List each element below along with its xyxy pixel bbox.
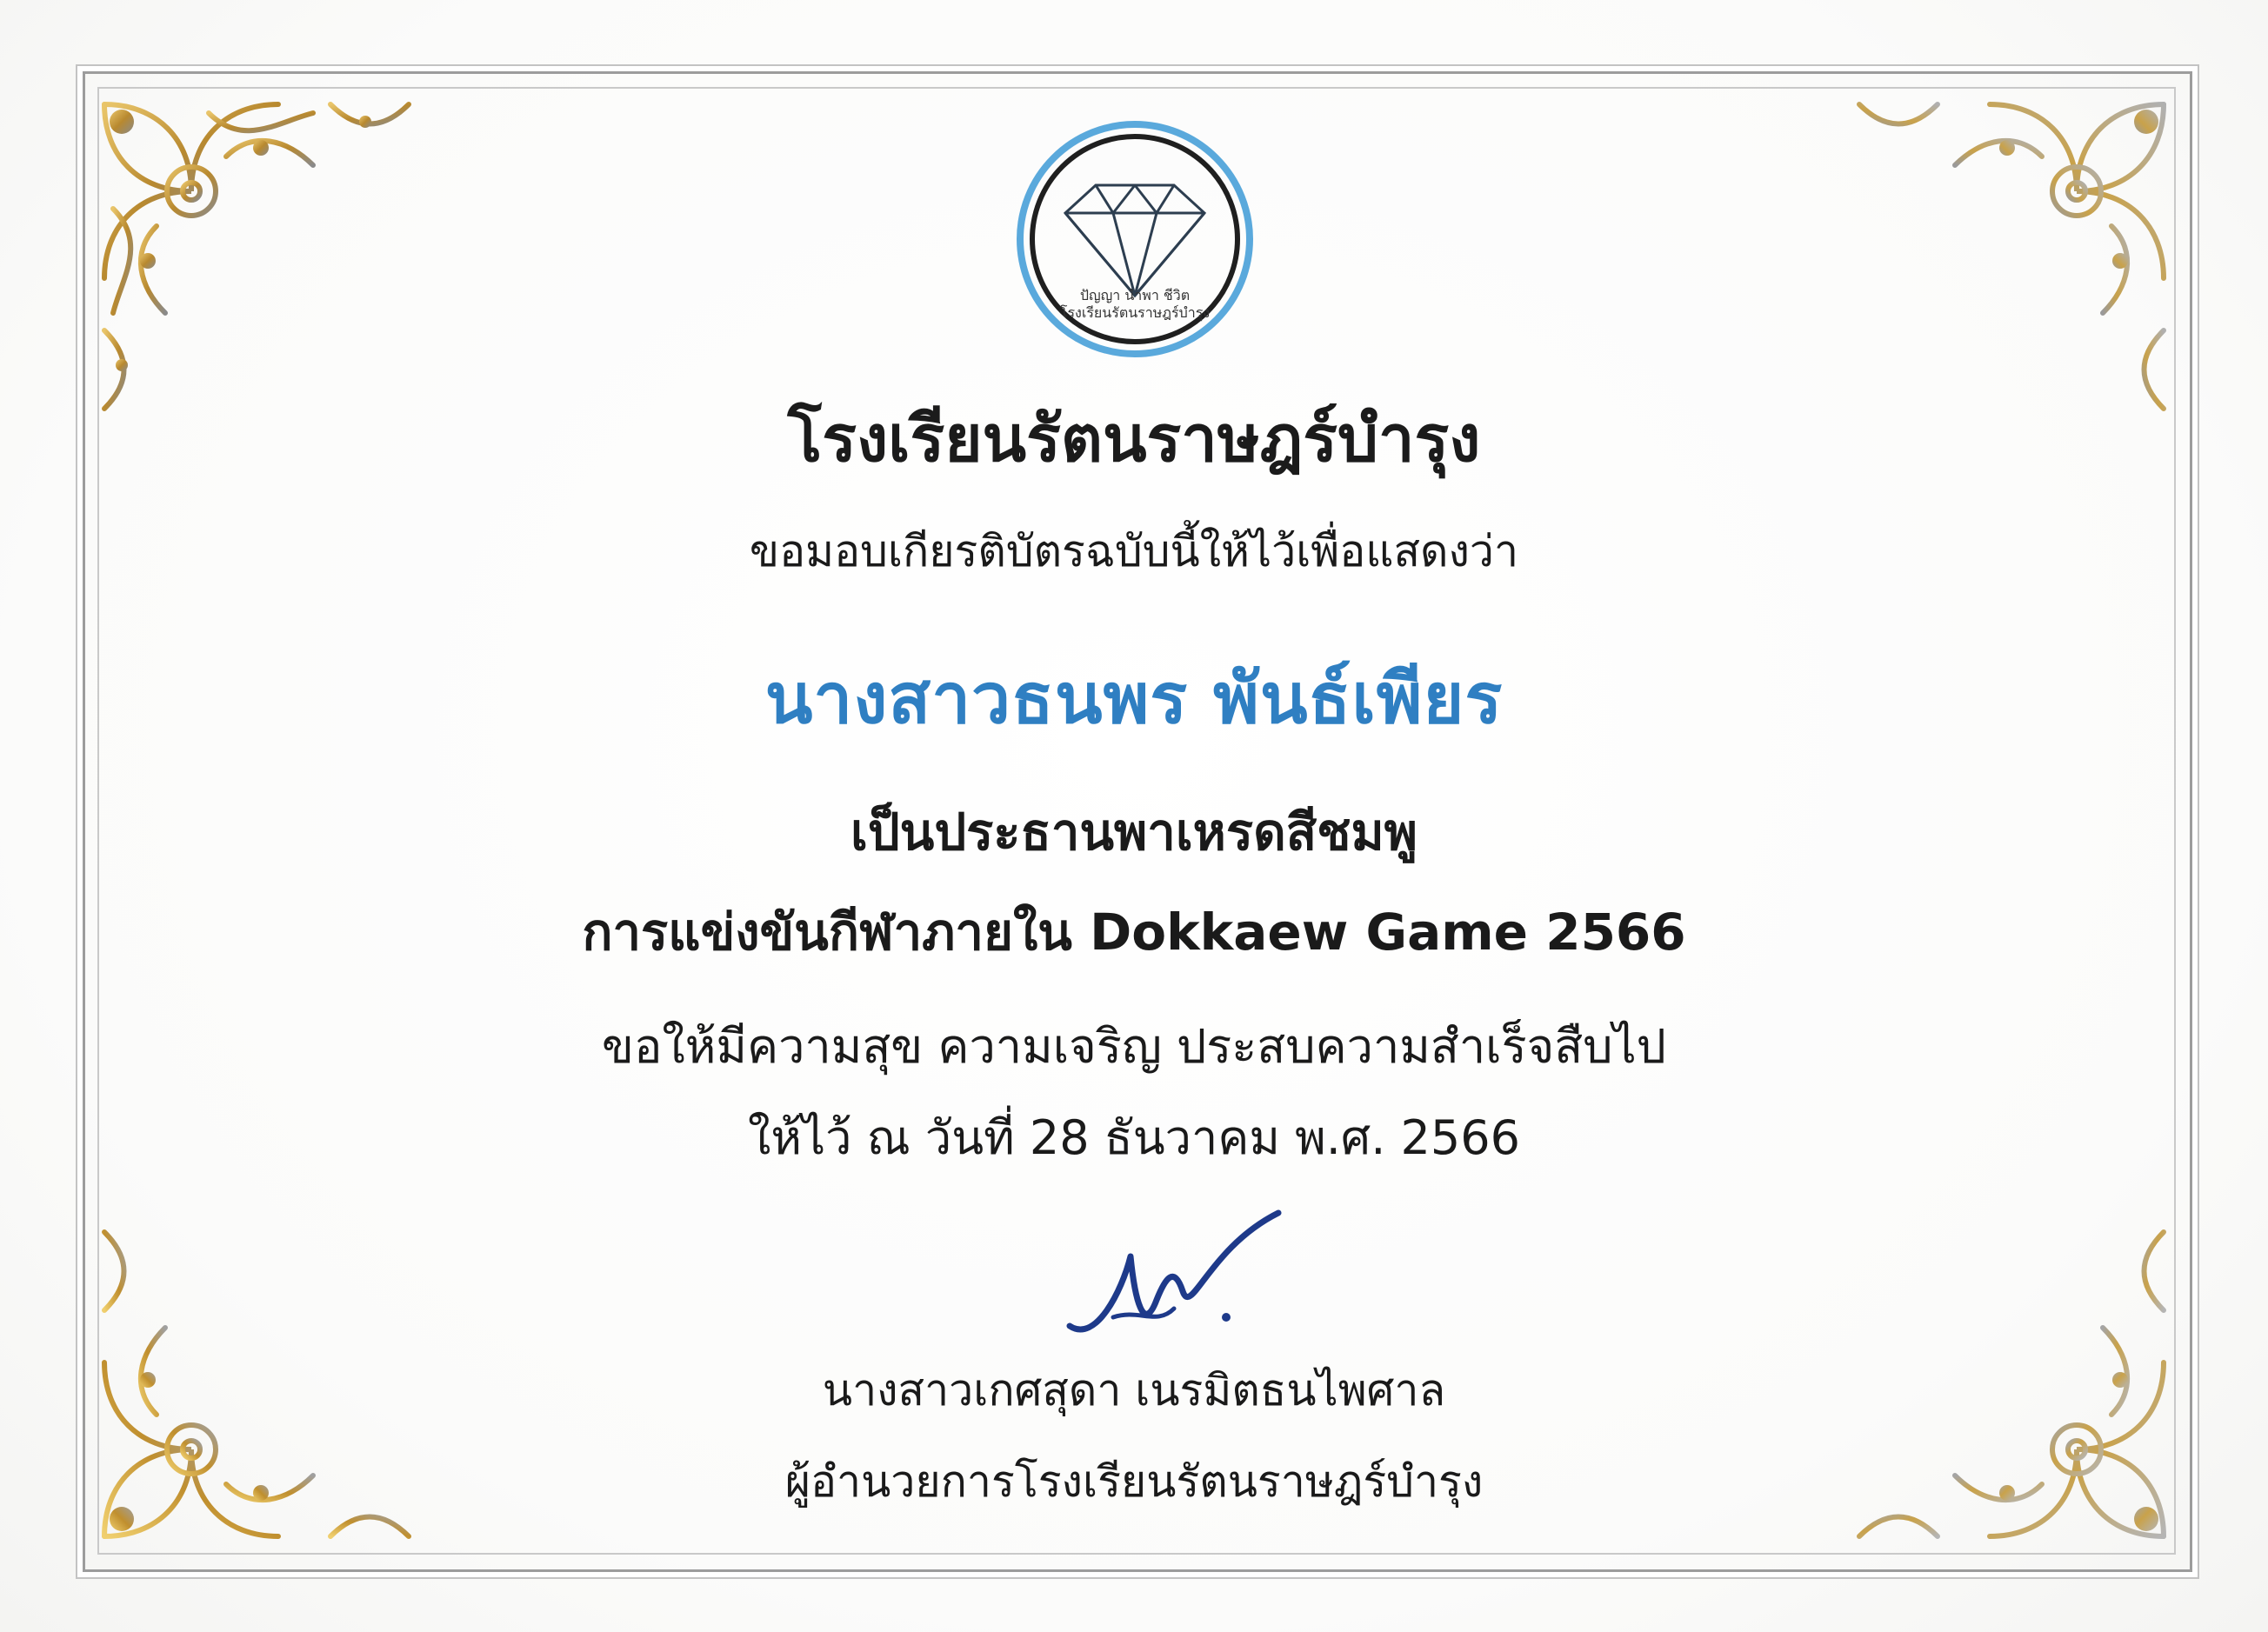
event-name: การแข่งขันกีฬาภายใน Dokkaew Game 2566: [582, 903, 1686, 962]
signature: [1066, 1209, 1282, 1333]
issue-date: ให้ไว้ ณ วันที่ 28 ธันวาคม พ.ศ. 2566: [748, 1110, 1520, 1165]
wish-text: ขอให้มีความสุข ความเจริญ ประสบความสำเร็จ…: [602, 1019, 1666, 1074]
intro-text: ขอมอบเกียรติบัตรฉบับนี้ให้ไว้เพื่อแสดงว่…: [749, 526, 1519, 576]
logo-caption: ปัญญา นำพา ชีวิต โรงเรียนรัตนราษฎร์บำรุง: [1000, 287, 1270, 322]
logo-motto: ปัญญา นำพา ชีวิต: [1079, 287, 1191, 303]
recipient-name: นางสาวธนพร พันธ์เพียร: [764, 658, 1504, 739]
signer-position: ผู้อำนวยการโรงเรียนรัตนราษฎร์บำรุง: [784, 1456, 1484, 1507]
signer-name: นางสาวเกศสุดา เนรมิตธนไพศาล: [822, 1365, 1446, 1416]
diamond-logo-icon: [1017, 121, 1253, 357]
recipient-role: เป็นประธานพาเหรดสีชมพู: [850, 803, 1418, 862]
logo-school-name: โรงเรียนรัตนราษฎร์บำรุง: [1059, 304, 1211, 321]
school-title: โรงเรียนรัตนราษฎร์บำรุง: [787, 402, 1481, 476]
